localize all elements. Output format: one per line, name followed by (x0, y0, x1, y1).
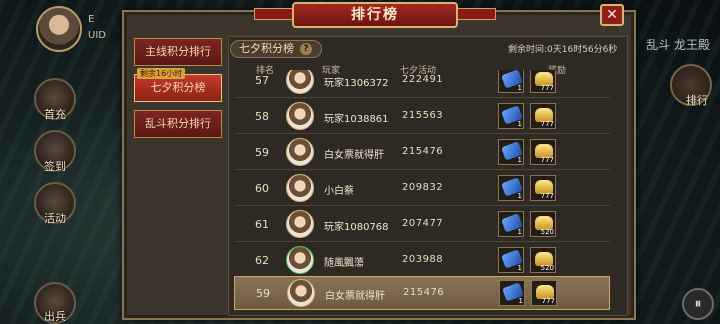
reward-item-token[interactable]: 1 (498, 175, 524, 201)
player-avatar-icon[interactable] (286, 70, 314, 94)
player-name: 随風飄蕩 (324, 258, 364, 269)
table-row[interactable]: 59 白女票就得肝 215476 1 777 (234, 136, 610, 170)
player-avatar-icon[interactable] (287, 279, 315, 307)
tab-label: 七夕积分榜 (150, 81, 206, 94)
rank-number: 60 (255, 182, 269, 195)
tab-brawl-ranking[interactable]: 乱斗积分排行 (134, 110, 222, 138)
title-wing-left (254, 8, 294, 20)
reward-item-gold[interactable]: 777 (530, 103, 556, 129)
reward-quantity: 1 (517, 120, 522, 128)
player-avatar-icon[interactable] (286, 210, 314, 238)
table-row[interactable]: 57 玩家1306372 222491 1 777 (234, 70, 610, 98)
reward-quantity: 777 (540, 156, 554, 164)
pause-button[interactable]: ⏸ (682, 288, 714, 320)
reward-quantity: 1 (518, 297, 523, 305)
reward-item-gold[interactable]: 520 (530, 247, 556, 273)
tab-qixi-ranking[interactable]: 剩余16小时 七夕积分榜 (134, 68, 222, 102)
player-name: 玩家1038861 (324, 114, 389, 125)
my-rank-row[interactable]: 59 白女票就得肝 215476 1 777 (234, 276, 610, 310)
reward-quantity: 777 (540, 192, 554, 200)
reward-quantity: 1 (517, 264, 522, 272)
reward-quantity: 777 (540, 120, 554, 128)
ranking-shortcut-label: 排行 (686, 94, 708, 107)
ranking-tabs: 主线积分排行 剩余16小时 七夕积分榜 乱斗积分排行 (134, 38, 222, 146)
reward-item-token[interactable]: 1 (498, 247, 524, 273)
reward-item-gold[interactable]: 777 (530, 70, 556, 93)
rank-number: 59 (255, 146, 269, 159)
table-row[interactable]: 60 小白蔡 209832 1 777 (234, 172, 610, 206)
reward-item-token[interactable]: 1 (498, 70, 524, 93)
close-button[interactable]: ✕ (600, 4, 624, 26)
player-name: 白女票就得肝 (324, 150, 384, 161)
first-recharge-label: 首充 (44, 108, 66, 121)
reward-item-token[interactable]: 1 (499, 280, 525, 306)
player-uid-label: UID (88, 30, 106, 41)
player-score: 215563 (402, 110, 444, 121)
reward-item-token[interactable]: 1 (498, 211, 524, 237)
player-avatar-icon[interactable] (286, 174, 314, 202)
sign-in-label: 签到 (44, 160, 66, 173)
player-score: 209832 (402, 182, 444, 193)
reward-item-token[interactable]: 1 (498, 139, 524, 165)
ranking-list[interactable]: 57 玩家1306372 222491 1 777 58 玩家1038861 215563 1 7… (234, 70, 610, 318)
player-score: 203988 (402, 254, 444, 265)
rank-number: 58 (255, 110, 269, 123)
rank-number: 61 (255, 218, 269, 231)
player-score: 207477 (402, 218, 444, 229)
reward-quantity: 520 (540, 228, 554, 236)
tab-mainline-ranking[interactable]: 主线积分排行 (134, 38, 222, 66)
reward-item-gold[interactable]: 777 (531, 280, 557, 306)
reward-quantity: 777 (540, 84, 554, 92)
player-score: 222491 (402, 74, 444, 85)
title-wing-right (456, 8, 496, 20)
remaining-time: 剩余时间:0天16时56分6秒 (508, 45, 618, 55)
player-avatar-icon[interactable] (286, 102, 314, 130)
reward-quantity: 777 (541, 297, 555, 305)
rank-number: 62 (255, 254, 269, 267)
player-name: 小白蔡 (324, 186, 354, 197)
dispatch-troops-label: 出兵 (44, 310, 66, 323)
tab-label: 主线积分排行 (145, 45, 211, 58)
player-avatar-icon[interactable] (286, 138, 314, 166)
player-score: 215476 (402, 146, 444, 157)
reward-item-token[interactable]: 1 (498, 103, 524, 129)
reward-item-gold[interactable]: 520 (530, 211, 556, 237)
right-top-text: 乱斗 龙王殿 (646, 38, 710, 52)
rank-number: 59 (256, 287, 270, 300)
player-score: 215476 (403, 287, 445, 298)
player-e-label: E (88, 14, 95, 25)
reward-item-gold[interactable]: 777 (530, 175, 556, 201)
player-name: 玩家1080768 (324, 222, 389, 233)
panel-title: 排行榜 (292, 2, 458, 28)
reward-quantity: 1 (517, 228, 522, 236)
tab-time-badge: 剩余16小时 (137, 68, 186, 79)
player-avatar-icon[interactable] (286, 246, 314, 274)
reward-quantity: 520 (540, 264, 554, 272)
reward-quantity: 1 (517, 156, 522, 164)
player-avatar[interactable] (36, 6, 82, 52)
reward-quantity: 1 (517, 192, 522, 200)
player-name: 白女票就得肝 (325, 291, 385, 302)
help-icon[interactable]: ? (300, 43, 312, 55)
activity-label: 活动 (44, 212, 66, 225)
player-name: 玩家1306372 (324, 78, 389, 89)
reward-item-gold[interactable]: 777 (530, 139, 556, 165)
tab-label: 乱斗积分排行 (145, 117, 211, 130)
table-row[interactable]: 61 玩家1080768 207477 1 520 (234, 208, 610, 242)
rank-number: 57 (255, 74, 269, 87)
table-row[interactable]: 58 玩家1038861 215563 1 777 (234, 100, 610, 134)
reward-quantity: 1 (517, 84, 522, 92)
table-row[interactable]: 62 随風飄蕩 203988 1 520 (234, 244, 610, 278)
